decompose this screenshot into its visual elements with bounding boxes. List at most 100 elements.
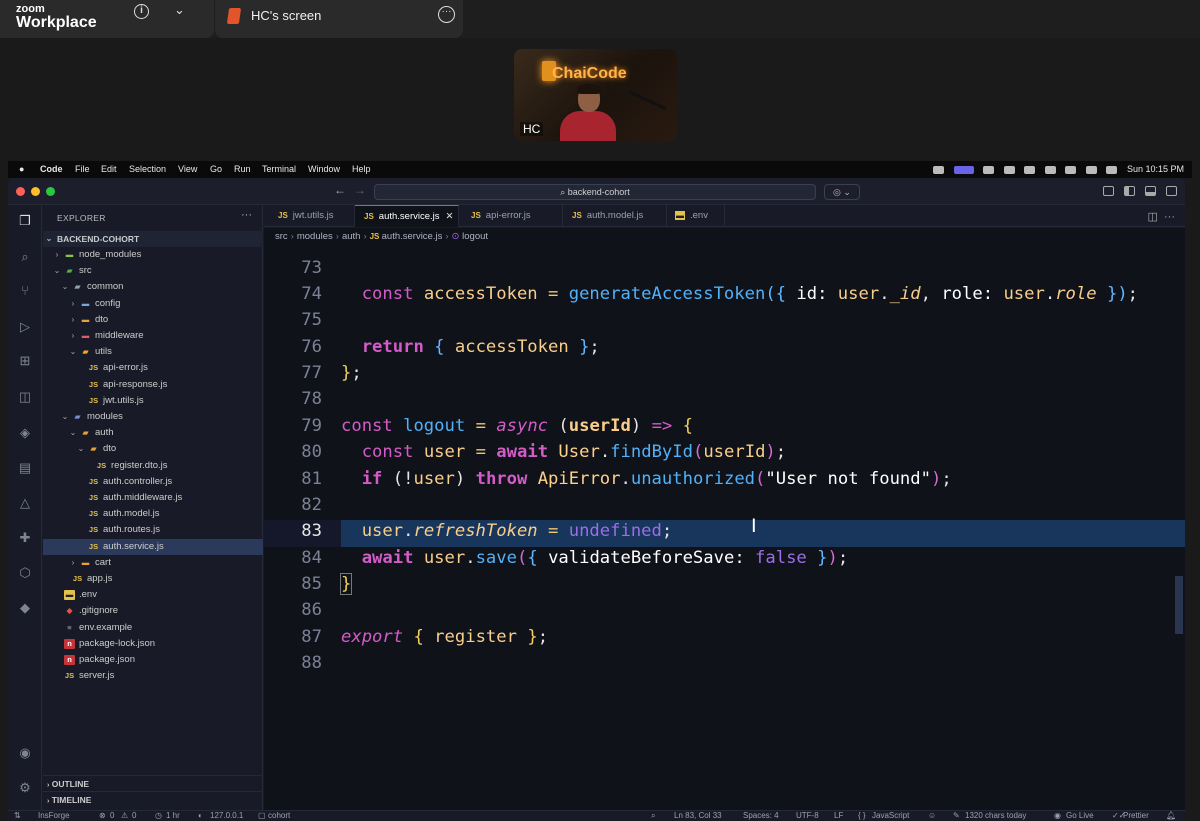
layers-icon[interactable]: ◈ — [17, 425, 33, 441]
zoom-icon[interactable]: ⌕ — [651, 811, 655, 821]
errors-count[interactable]: 0 — [110, 811, 114, 821]
tree-folder[interactable]: › ▬ node_modules — [43, 247, 263, 263]
tab-auth-model[interactable]: JS auth.model.js — [563, 205, 667, 227]
split-editor-icon[interactable]: ◫ ··· — [1148, 210, 1176, 223]
tree-file[interactable]: JS server.js — [43, 668, 263, 684]
close-window-button[interactable] — [16, 187, 25, 196]
battery-icon[interactable] — [1044, 165, 1056, 174]
deploy-icon[interactable]: △ — [17, 495, 33, 511]
wifi-icon[interactable] — [1085, 165, 1097, 174]
tree-file[interactable]: ◆ .gitignore — [43, 603, 263, 619]
tree-folder[interactable]: ⌄ ▰ auth — [43, 425, 263, 441]
extensions-icon[interactable]: ⊞ — [17, 353, 33, 369]
command-center-search[interactable]: ⌕ backend-cohort — [374, 184, 816, 200]
minimize-window-button[interactable] — [31, 187, 40, 196]
search-icon[interactable]: ⌕ — [17, 249, 33, 265]
host-status[interactable]: 127.0.0.1 — [210, 811, 243, 821]
tree-file[interactable]: JS auth.middleware.js — [43, 490, 263, 506]
status-icon[interactable] — [983, 165, 995, 174]
maximize-window-button[interactable] — [46, 187, 55, 196]
breadcrumb-item[interactable]: modules — [297, 231, 333, 242]
toggle-panel-icon[interactable] — [1145, 186, 1156, 196]
close-tab-icon[interactable]: ✕ — [446, 211, 454, 222]
copilot-icon[interactable]: ◎ ⌄ — [824, 184, 860, 200]
more-options-icon[interactable]: ··· — [438, 6, 455, 23]
branch-status[interactable]: InsForge — [38, 811, 70, 821]
indentation[interactable]: Spaces: 4 — [743, 811, 779, 821]
tree-folder[interactable]: ⌄ ▰ dto — [43, 441, 263, 457]
menu-window[interactable]: Window — [308, 164, 340, 174]
status-icon[interactable] — [1024, 165, 1036, 174]
apple-icon[interactable]: ● — [19, 164, 24, 174]
menu-view[interactable]: View — [178, 164, 197, 174]
tree-folder[interactable]: › ▬ config — [43, 296, 263, 312]
more-actions-icon[interactable]: ··· — [241, 209, 252, 221]
info-icon[interactable]: i — [134, 4, 149, 19]
menu-terminal[interactable]: Terminal — [262, 164, 296, 174]
tab-api-error[interactable]: JS api-error.js — [459, 205, 563, 227]
tree-folder[interactable]: ⌄ ▰ common — [43, 279, 263, 295]
menu-file[interactable]: File — [75, 164, 90, 174]
cursor-position[interactable]: Ln 83, Col 33 — [674, 811, 722, 821]
remote-indicator-icon[interactable]: ⇅ — [14, 811, 21, 821]
tree-folder[interactable]: ⌄ ▰ utils — [43, 344, 263, 360]
remote-icon[interactable]: ◆ — [17, 600, 33, 616]
back-arrow-icon[interactable]: ← — [334, 183, 346, 197]
tree-file[interactable]: n package.json — [43, 652, 263, 668]
tree-file[interactable]: n package-lock.json — [43, 636, 263, 652]
tree-folder[interactable]: ⌄ ▰ modules — [43, 409, 263, 425]
container-icon[interactable]: ⬡ — [17, 565, 33, 581]
toggle-sidebar-icon[interactable] — [1124, 186, 1135, 196]
tab-env[interactable]: ▬ .env — [667, 205, 725, 227]
explorer-icon[interactable]: ❐ — [17, 213, 33, 229]
tree-file[interactable]: JS auth.routes.js — [43, 522, 263, 538]
tree-file[interactable]: JS api-response.js — [43, 377, 263, 393]
errors-icon[interactable]: ⊗ — [99, 811, 106, 821]
workspace-root[interactable]: ⌄ BACKEND-COHORT — [43, 231, 263, 247]
tab-auth-service[interactable]: JS auth.service.js ✕ — [355, 205, 459, 227]
tree-file[interactable]: ≡ env.example — [43, 620, 263, 636]
control-center-icon[interactable] — [1106, 165, 1118, 174]
breadcrumb-item[interactable]: auth.service.js — [382, 231, 443, 242]
breadcrumb-item[interactable]: auth — [342, 231, 361, 242]
tree-folder[interactable]: › ▬ middleware — [43, 328, 263, 344]
participant-video[interactable]: ChaiCode HC — [514, 49, 677, 141]
tree-folder[interactable]: › ▬ cart — [43, 555, 263, 571]
forward-arrow-icon[interactable]: → — [354, 183, 366, 197]
menu-selection[interactable]: Selection — [129, 164, 166, 174]
account-icon[interactable]: ◉ — [17, 745, 33, 761]
code-editor[interactable]: 73 74 75 76 77 78 79 80 81 82 83 84 85 86 87 88 const a… — [264, 246, 1185, 810]
customize-layout-icon[interactable] — [1103, 186, 1114, 196]
toggle-secondary-sidebar-icon[interactable] — [1166, 186, 1177, 196]
tree-file[interactable]: JS auth.service.js — [43, 538, 263, 555]
end-of-line[interactable]: LF — [834, 811, 843, 821]
menu-go[interactable]: Go — [210, 164, 222, 174]
tree-file[interactable]: JS api-error.js — [43, 360, 263, 376]
menu-help[interactable]: Help — [352, 164, 371, 174]
timeline-section[interactable]: › TIMELINE — [43, 791, 263, 807]
breadcrumb-item[interactable]: logout — [462, 231, 488, 242]
tree-file[interactable]: JS app.js — [43, 571, 263, 587]
python-icon[interactable]: ✚ — [17, 530, 33, 546]
warnings-count[interactable]: 0 — [132, 811, 136, 821]
database-icon[interactable]: ◫ — [17, 389, 33, 405]
settings-gear-icon[interactable]: ⚙ — [17, 780, 33, 796]
time-tracker[interactable]: 1 hr — [166, 811, 180, 821]
tree-file[interactable]: JS auth.controller.js — [43, 474, 263, 490]
menu-run[interactable]: Run — [234, 164, 251, 174]
go-live-button[interactable]: Go Live — [1066, 811, 1094, 821]
tree-file[interactable]: JS register.dto.js — [43, 458, 263, 474]
tab-jwt-utils[interactable]: JS jwt.utils.js — [264, 205, 355, 227]
warnings-icon[interactable]: ⚠ — [121, 811, 128, 821]
breadcrumb-item[interactable]: src — [275, 231, 288, 242]
recording-icon[interactable] — [953, 165, 974, 174]
chars-today[interactable]: 1320 chars today — [965, 811, 1026, 821]
status-icon[interactable] — [1003, 165, 1015, 174]
project-status[interactable]: cohort — [268, 811, 290, 821]
terminal-icon[interactable]: ▤ — [17, 460, 33, 476]
tree-folder[interactable]: ⌄ ▰ src — [43, 263, 263, 279]
prettier-status[interactable]: Prettier — [1123, 811, 1149, 821]
language-mode[interactable]: JavaScript — [872, 811, 909, 821]
run-debug-icon[interactable]: ▷ — [17, 319, 33, 335]
app-menu[interactable]: Code — [40, 164, 63, 174]
